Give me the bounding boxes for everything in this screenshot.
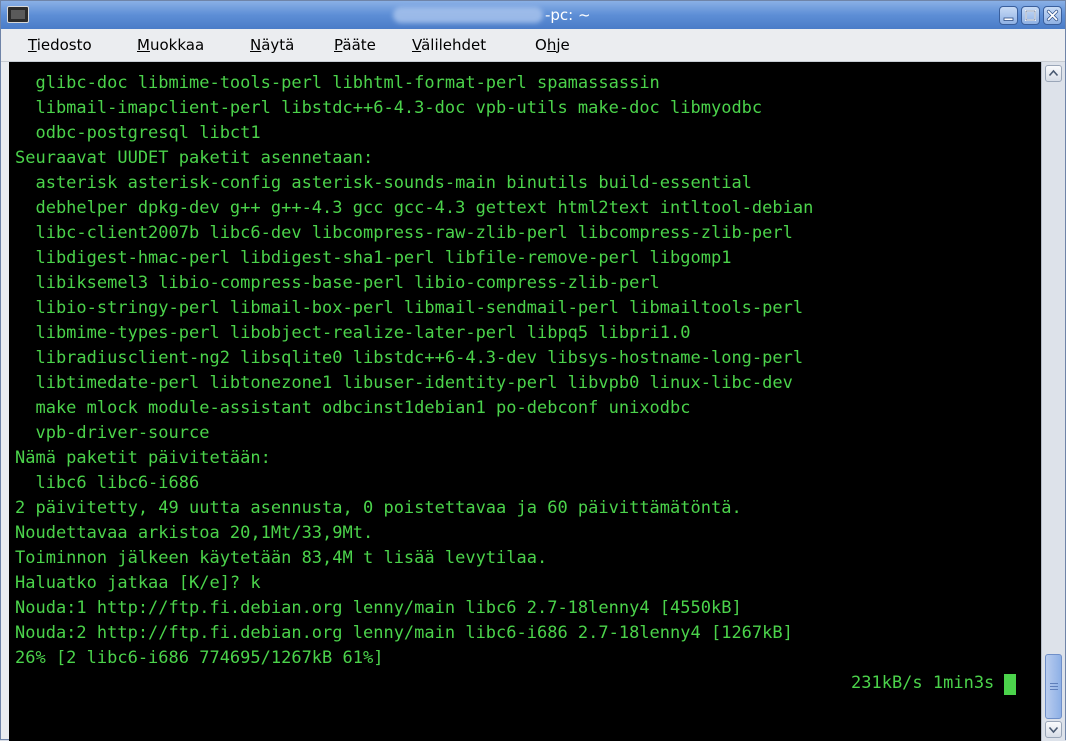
title-bar[interactable]: -pc: ~ (1, 1, 1065, 30)
text-cursor (1004, 674, 1016, 695)
terminal-line: libmime-types-perl libobject-realize-lat… (15, 323, 691, 343)
scroll-up-button[interactable] (1045, 65, 1062, 82)
vertical-scrollbar[interactable] (1041, 62, 1065, 741)
terminal-output[interactable]: 26% [2 libc6-i686 774695/1267kB 61%] Noud… (9, 62, 1041, 741)
terminal-line: libtimedate-perl libtonezone1 libuser-id… (15, 373, 793, 393)
terminal-window: -pc: ~ Tiedosto Muokkaa Näytä Pääte Väli… (0, 0, 1066, 741)
maximize-button[interactable] (1021, 6, 1040, 25)
terminal-line: Toiminnon jälkeen käytetään 83,4M t lisä… (15, 548, 548, 568)
arrow-down-icon (1048, 726, 1059, 734)
scroll-thumb[interactable] (1045, 654, 1062, 719)
terminal-line: debhelper dpkg-dev g++ g++-4.3 gcc gcc-4… (15, 198, 814, 218)
menu-ohje[interactable]: Ohje (535, 36, 570, 54)
download-speed-eta: 231kB/s 1min3s (851, 673, 995, 693)
terminal-line: libdigest-hmac-perl libdigest-sha1-perl … (15, 248, 732, 268)
window-title: -pc: ~ (545, 6, 591, 24)
menu-tiedosto[interactable]: Tiedosto (28, 36, 92, 54)
terminal-line: 26% [2 libc6-i686 774695/1267kB 61%] (15, 648, 384, 668)
terminal-line: asterisk asterisk-config asterisk-sounds… (15, 173, 752, 193)
close-button[interactable] (1043, 6, 1062, 25)
terminal-line: libradiusclient-ng2 libsqlite0 libstdc++… (15, 348, 804, 368)
terminal-line: libc6 libc6-i686 (15, 473, 200, 493)
menu-paate[interactable]: Pääte (334, 36, 376, 54)
minimize-button[interactable] (999, 6, 1018, 25)
terminal-line: libc-client2007b libc6-dev libcompress-r… (15, 223, 793, 243)
terminal-line: libiksemel3 libio-compress-base-perl lib… (15, 273, 660, 293)
scroll-down-button[interactable] (1045, 721, 1062, 738)
terminal-icon[interactable] (7, 6, 29, 23)
menu-bar: Tiedosto Muokkaa Näytä Pääte Välilehdet … (1, 29, 1065, 62)
arrow-up-icon (1048, 69, 1059, 77)
menu-nayta[interactable]: Näytä (250, 36, 294, 54)
terminal-line: Seuraavat UUDET paketit asennetaan: (15, 148, 374, 168)
terminal-line: 2 päivitetty, 49 uutta asennusta, 0 pois… (15, 498, 742, 518)
terminal-line: Nämä paketit päivitetään: (15, 448, 271, 468)
terminal-line: make mlock module-assistant odbcinst1deb… (15, 398, 691, 418)
terminal-line: libmail-imapclient-perl libstdc++6-4.3-d… (15, 98, 763, 118)
menu-muokkaa[interactable]: Muokkaa (137, 36, 204, 54)
minimize-icon (1003, 17, 1014, 21)
terminal-line: Noudettavaa arkistoa 20,1Mt/33,9Mt. (15, 523, 374, 543)
terminal-line: libio-stringy-perl libmail-box-perl libm… (15, 298, 804, 318)
maximize-icon (1025, 10, 1036, 21)
terminal-line: Nouda:2 http://ftp.fi.debian.org lenny/m… (15, 623, 793, 643)
menu-valilehdet[interactable]: Välilehdet (412, 36, 486, 54)
redacted-hostname (393, 7, 543, 23)
terminal-line: vpb-driver-source (15, 423, 210, 443)
close-icon (1046, 9, 1059, 22)
terminal-line: glibc-doc libmime-tools-perl libhtml-for… (15, 73, 660, 93)
terminal-line: Nouda:1 http://ftp.fi.debian.org lenny/m… (15, 598, 742, 618)
terminal-line: Haluatko jatkaa [K/e]? k (15, 573, 261, 593)
terminal-line: odbc-postgresql libct1 (15, 123, 261, 143)
